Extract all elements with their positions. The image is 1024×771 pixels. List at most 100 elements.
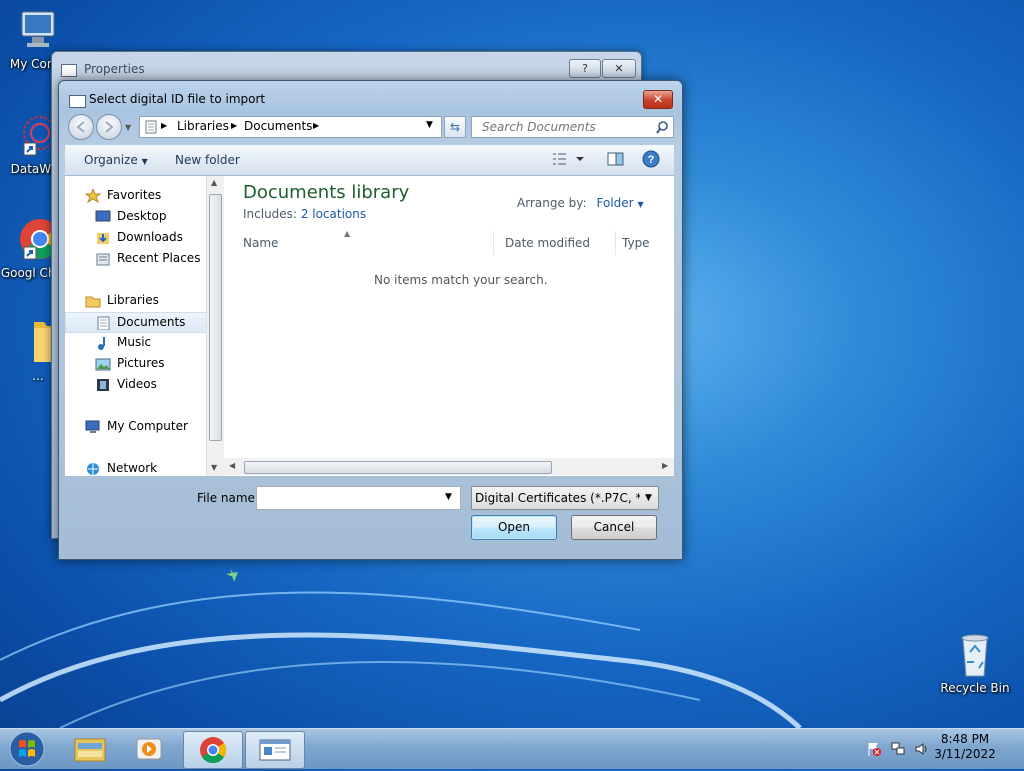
nav-label: Videos <box>117 377 157 391</box>
file-type-value: Digital Certificates (*.P7C, *.P7B <box>475 491 640 505</box>
documents-icon <box>97 316 110 330</box>
chevron-down-icon: ▼ <box>645 493 652 503</box>
taskbar-explorer[interactable] <box>61 731 119 767</box>
music-icon <box>98 336 105 350</box>
scroll-down-icon[interactable]: ▼ <box>211 463 217 472</box>
nav-videos[interactable]: Videos <box>95 375 157 394</box>
forward-button[interactable] <box>96 114 122 140</box>
nav-label: Network <box>107 461 158 475</box>
desktop-icon <box>95 210 111 221</box>
command-toolbar: Organize ▼ New folder ? <box>65 145 674 176</box>
new-folder-button[interactable]: New folder <box>175 153 240 167</box>
properties-close-button[interactable]: ✕ <box>602 59 636 78</box>
file-name-field[interactable]: ▼ <box>256 486 461 510</box>
address-bar[interactable]: ▶ Libraries ▶ Documents ▶ ▼ <box>139 116 442 138</box>
properties-window-icon <box>259 739 291 761</box>
address-dropdown-icon[interactable]: ▼ <box>426 120 433 130</box>
computer-icon <box>85 420 100 433</box>
help-button[interactable]: ? <box>642 150 660 171</box>
taskbar-media-player[interactable] <box>121 731 179 767</box>
arrange-by-dropdown[interactable]: Folder ▼ <box>597 196 644 210</box>
back-button[interactable] <box>68 114 94 140</box>
network-icon <box>87 462 99 475</box>
recent-pages-chevron-icon[interactable]: ▼ <box>125 123 131 132</box>
sort-ascending-icon: ▲ <box>344 229 351 238</box>
nav-label: Pictures <box>117 356 165 370</box>
nav-favorites[interactable]: Favorites <box>85 186 161 205</box>
cancel-button[interactable]: Cancel <box>571 515 657 540</box>
properties-window-title: Properties <box>84 62 145 76</box>
nav-recent-places[interactable]: Recent Places <box>95 249 200 268</box>
nav-scrollbar[interactable]: ▲ ▼ <box>206 176 224 476</box>
breadcrumb-chevron-icon[interactable]: ▶ <box>231 121 237 130</box>
nav-documents[interactable]: Documents <box>65 312 223 333</box>
svg-text:?: ? <box>648 154 655 166</box>
network-tray-icon[interactable] <box>890 741 906 760</box>
scroll-left-icon[interactable]: ◀ <box>229 461 235 470</box>
navigation-pane: Favorites Desktop Downloads Recent Place… <box>65 176 223 476</box>
chrome-icon <box>200 737 227 764</box>
nav-music[interactable]: Music <box>95 333 151 352</box>
search-input[interactable] <box>480 119 654 135</box>
nav-my-computer[interactable]: My Computer <box>85 417 188 436</box>
back-arrow-icon <box>76 121 85 133</box>
nav-label: My Computer <box>107 419 188 433</box>
taskbar: 8:48 PM 3/11/2022 <box>0 728 1024 769</box>
refresh-button[interactable]: ⇆ <box>444 116 466 138</box>
column-type[interactable]: Type <box>616 231 680 255</box>
file-type-select[interactable]: Digital Certificates (*.P7C, *.P7B ▼ <box>471 486 659 510</box>
includes-line: Includes: 2 locations <box>243 207 366 221</box>
breadcrumb-libraries[interactable]: Libraries <box>177 119 229 133</box>
open-button[interactable]: Open <box>471 515 557 540</box>
nav-pictures[interactable]: Pictures <box>95 354 165 373</box>
library-title: Documents library <box>243 182 410 203</box>
help-button[interactable]: ? <box>569 59 601 78</box>
action-center-icon[interactable] <box>866 741 882 760</box>
library-icon <box>145 120 157 134</box>
breadcrumb-documents[interactable]: Documents <box>244 119 312 133</box>
file-dialog[interactable]: Select digital ID file to import ✕ ▼ ▶ L… <box>58 80 683 560</box>
column-date-modified[interactable]: Date modified <box>499 231 616 255</box>
preview-pane-button[interactable] <box>607 151 625 170</box>
start-button[interactable] <box>8 731 46 770</box>
nav-label: Libraries <box>107 293 159 307</box>
column-name[interactable]: Name ▲ <box>224 229 494 255</box>
nav-desktop[interactable]: Desktop <box>95 207 167 226</box>
column-label: Name <box>243 236 279 250</box>
taskbar-properties-window[interactable] <box>245 731 305 769</box>
breadcrumb-chevron-icon[interactable]: ▶ <box>161 121 167 130</box>
scroll-up-icon[interactable]: ▲ <box>211 178 217 187</box>
file-list-scrollbar-thumb[interactable] <box>244 461 552 474</box>
nav-downloads[interactable]: Downloads <box>95 228 183 247</box>
explorer-icon <box>74 738 106 762</box>
organize-button[interactable]: Organize ▼ <box>84 153 148 167</box>
refresh-icon: ⇆ <box>449 120 461 134</box>
dialog-title: Select digital ID file to import <box>89 92 266 106</box>
taskbar-chrome[interactable] <box>183 731 243 769</box>
breadcrumb-chevron-icon[interactable]: ▶ <box>313 121 319 130</box>
videos-icon <box>97 378 109 391</box>
nav-network[interactable]: Network <box>85 459 157 476</box>
nav-scrollbar-thumb[interactable] <box>209 194 222 441</box>
view-list-icon <box>553 153 584 165</box>
help-icon: ? <box>642 150 660 168</box>
scroll-right-icon[interactable]: ▶ <box>662 461 668 470</box>
recycle-bin-icon <box>961 634 989 677</box>
file-name-dropdown-icon[interactable]: ▼ <box>445 492 452 502</box>
search-box[interactable] <box>471 116 674 138</box>
clock-date: 3/11/2022 <box>934 747 996 761</box>
network-icon <box>891 742 905 755</box>
file-list-pane: Documents library Includes: 2 locations … <box>224 176 674 476</box>
desktop-icon-recycle-bin[interactable]: Recycle Bin <box>937 630 1013 695</box>
dialog-close-button[interactable]: ✕ <box>643 90 673 109</box>
view-options-button[interactable] <box>552 151 586 170</box>
preview-pane-icon <box>607 152 624 166</box>
file-list-scrollbar[interactable]: ◀ ▶ <box>224 458 674 475</box>
media-player-icon <box>136 738 162 760</box>
forward-arrow-icon <box>105 121 114 133</box>
locations-link[interactable]: 2 locations <box>301 207 366 221</box>
arrange-value: Folder <box>596 196 634 210</box>
nav-libraries[interactable]: Libraries <box>85 291 159 310</box>
clock[interactable]: 8:48 PM 3/11/2022 <box>925 732 1005 762</box>
nav-label: Downloads <box>117 230 183 244</box>
